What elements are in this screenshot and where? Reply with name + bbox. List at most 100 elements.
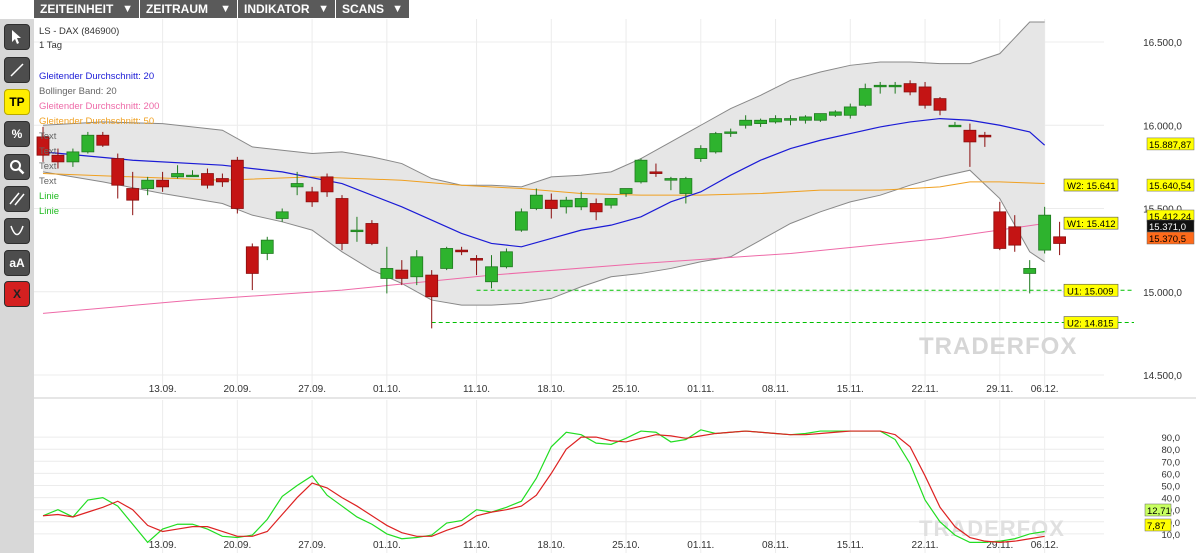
candle-body [186,174,199,178]
candle-body [1038,214,1052,251]
candle-body [81,134,95,153]
candle-body [649,171,663,174]
chart-subtitle: 1 Tag [39,40,62,51]
menu-zeiteinheit-button[interactable]: ZEITEINHEIT ▼ [34,0,140,18]
tool-label: % [11,127,23,141]
candle-body [589,203,603,213]
level-label-text: W1: 15.412 [1067,219,1116,230]
stoch-x-tick-label: 20.09. [223,540,251,551]
price-panel: 13.09. 20.09. 27.09. 01.10. 11.10. 18.10. 25.1… [34,19,1195,395]
price-y-tick-label: 15.000,0 [1143,288,1182,299]
price-x-tick-label: 25.10. [612,384,640,395]
candle-body [873,84,887,88]
delete-tool[interactable]: X [4,281,30,307]
candle-body [903,83,917,93]
axis-value-text: 15.371,0 [1149,222,1186,233]
arc-tool[interactable] [4,218,30,244]
candle-body [514,211,528,231]
price-y-tick-label: 16.000,0 [1143,121,1182,132]
stoch-x-tick-label: 22.11. [912,540,939,551]
candle-body [918,86,932,106]
top-menu-bar: ZEITEINHEIT ▼ ZEITRAUM ▼ INDIKATOR ▼ SCANS ▼ [0,0,1196,19]
price-x-tick-label: 15.11. [837,384,864,395]
stoch-x-tick-label: 18.10. [537,540,565,551]
candle-body [485,266,498,283]
candle-body [230,159,244,209]
candle-body [858,88,872,106]
menu-label: SCANS [342,2,385,16]
candle-body [619,188,633,194]
candle-body [305,191,319,203]
stoch-x-tick-label: 01.11. [687,540,714,551]
candle-body [201,173,214,186]
candle-body [395,269,409,279]
candle-body [978,134,992,138]
legend-entry: Bollinger Band: 20 [39,86,117,97]
tp-tool[interactable]: TP [4,89,30,115]
stoch-x-tick-label: 15.11. [837,540,864,551]
candle-body [455,249,469,253]
stoch-x-tick-label: 13.09. [149,540,177,551]
axis-value-text: 15.887,87 [1149,140,1191,151]
zoom-tool[interactable] [4,154,30,180]
candle-body [470,258,483,261]
legend-entry: Linie [39,191,59,202]
candle-body [694,148,708,159]
price-x-tick-label: 01.10. [373,384,401,395]
candle-body [574,198,588,208]
stoch-x-tick-label: 06.12. [1031,540,1059,551]
candle-body [679,178,693,194]
menu-scans-button[interactable]: SCANS ▼ [336,0,410,18]
font-size-tool[interactable]: aA [4,250,30,276]
menu-label: ZEITEINHEIT [40,2,114,16]
watermark-logo: TRADERFOX [919,333,1077,360]
candle-body [1023,268,1037,274]
watermark-logo: TRADERFOX [919,516,1065,541]
legend-entry: Gleitender Durchschnitt: 50 [39,116,154,127]
arc-icon [9,223,25,239]
stoch-y-tick-label: 40,0 [1162,494,1181,505]
candle-body [425,274,439,298]
stoch-value-text: 12,71 [1147,506,1171,517]
legend-entry: Gleitender Durchschnitt: 200 [39,101,159,112]
candle-body [828,111,842,116]
menu-indikator-button[interactable]: INDIKATOR ▼ [238,0,336,18]
stoch-x-tick-label: 08.11. [762,540,789,551]
candle-body [769,118,782,123]
price-x-tick-label: 18.10. [537,384,565,395]
candle-body [634,159,648,183]
candle-body [111,158,125,186]
candle-body [754,119,767,124]
axis-value-text: 15.640,54 [1149,181,1191,192]
candle-body [290,183,304,188]
candle-body [963,129,977,143]
menu-label: ZEITRAUM [146,2,208,16]
stochastic-panel: 90,080,070,060,050,040,030,020,010,013.0… [34,397,1196,553]
percent-tool[interactable]: % [4,121,30,147]
stoch-x-tick-label: 11.10. [463,540,490,551]
triangle-down-icon: ▼ [392,3,403,15]
stoch-y-tick-label: 70,0 [1162,457,1181,468]
magnifier-icon [9,159,25,175]
candle-body [544,199,558,209]
price-x-tick-label: 08.11. [762,384,789,395]
cursor-arrow-icon [9,29,25,45]
tool-label: TP [9,95,25,109]
chart-title: LS - DAX (846900) [39,26,119,37]
triangle-down-icon: ▼ [220,3,231,15]
candle-body [1053,236,1066,244]
menu-zeitraum-button[interactable]: ZEITRAUM ▼ [140,0,238,18]
drawing-toolbar: TP% aA X [0,19,34,553]
close-icon: X [12,287,21,301]
price-x-tick-label: 22.11. [912,384,939,395]
legend-entry: Linie [39,206,59,217]
stoch-y-tick-label: 50,0 [1162,482,1181,493]
candle-body [604,198,618,206]
channel-tool[interactable] [4,186,30,212]
price-y-tick-label: 16.500,0 [1143,38,1182,49]
price-x-tick-label: 01.11. [687,384,714,395]
parallel-lines-icon [9,191,25,207]
chart-canvas: 13.09. 20.09. 27.09. 01.10. 11.10. 18.10. 25.1… [34,19,1196,553]
line-tool[interactable] [4,57,30,83]
cursor-tool[interactable] [4,24,30,50]
